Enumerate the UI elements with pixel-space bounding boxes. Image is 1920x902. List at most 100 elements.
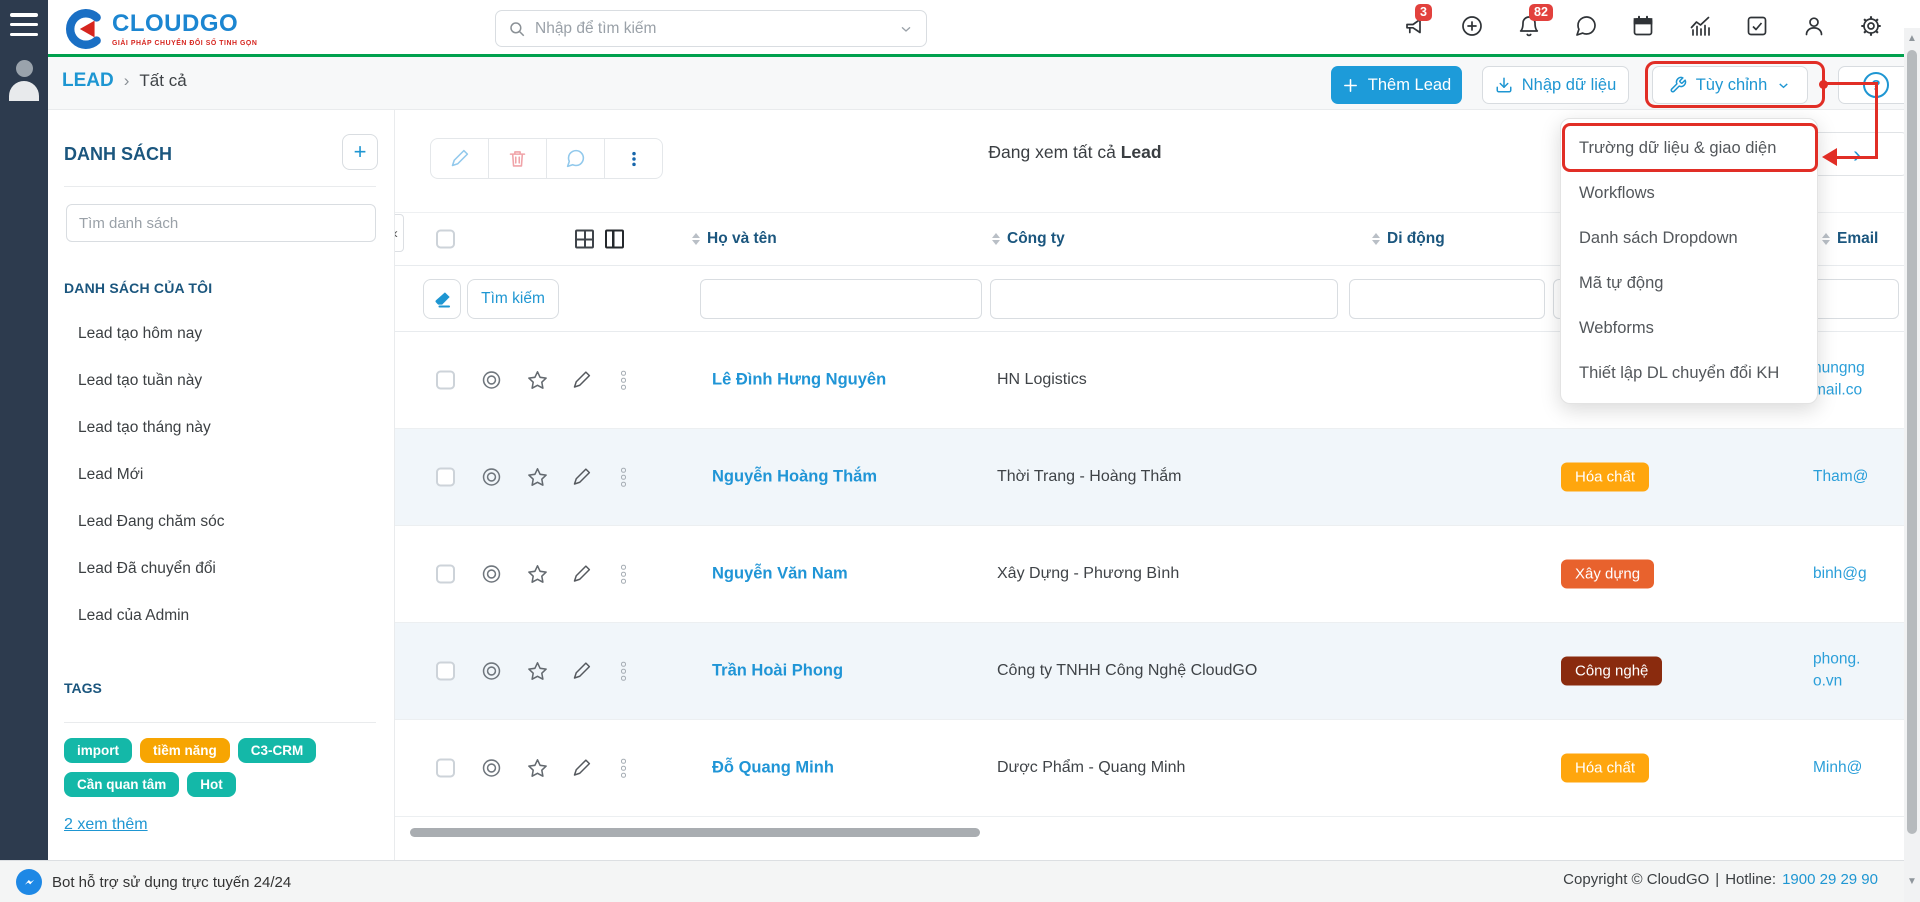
row-more-icon[interactable] xyxy=(621,468,626,487)
next-page-button[interactable]: › xyxy=(1805,132,1904,176)
help-button[interactable]: ? xyxy=(1838,66,1914,104)
breadcrumb-module[interactable]: LEAD xyxy=(62,70,114,92)
filter-input-name[interactable] xyxy=(700,279,982,319)
view-icon[interactable] xyxy=(480,757,503,780)
hamburger-menu-icon[interactable] xyxy=(10,13,38,36)
tag-chip[interactable]: tiềm năng xyxy=(140,738,230,763)
row-checkbox[interactable] xyxy=(436,565,455,584)
sidebar-item-lead-this-month[interactable]: Lead tạo tháng này xyxy=(48,404,394,451)
quick-add-icon[interactable] xyxy=(1460,14,1484,38)
lead-name-link[interactable]: Lê Đình Hưng Nguyên xyxy=(712,371,886,390)
star-icon[interactable] xyxy=(526,369,549,392)
sidebar-item-lead-nurturing[interactable]: Lead Đang chăm sóc xyxy=(48,498,394,545)
menu-item-fields-ui[interactable]: Trường dữ liệu & giao diện xyxy=(1561,126,1817,171)
scroll-down-arrow[interactable]: ▼ xyxy=(1904,876,1920,887)
table-row[interactable]: Nguyễn Hoàng Thắm Thời Trang - Hoàng Thắ… xyxy=(395,429,1904,526)
tasks-check-icon[interactable] xyxy=(1745,14,1769,38)
bulk-more-button[interactable] xyxy=(604,138,663,179)
star-icon[interactable] xyxy=(526,757,549,780)
star-icon[interactable] xyxy=(526,563,549,586)
lead-email[interactable]: hungngmail.co xyxy=(1813,358,1903,403)
sidebar-collapse-handle[interactable]: ‹ xyxy=(395,214,404,252)
menu-item-conversion-setup[interactable]: Thiết lập DL chuyển đổi KH xyxy=(1561,351,1817,396)
row-checkbox[interactable] xyxy=(436,759,455,778)
row-more-icon[interactable] xyxy=(621,662,626,681)
row-checkbox[interactable] xyxy=(436,662,455,681)
see-more-tags-link[interactable]: 2 xem thêm xyxy=(64,816,148,834)
announcement-icon[interactable]: 3 xyxy=(1403,14,1427,38)
select-all-checkbox[interactable] xyxy=(436,230,455,249)
table-row[interactable]: Trần Hoài Phong Công ty TNHH Công Nghệ C… xyxy=(395,623,1904,720)
edit-pencil-icon[interactable] xyxy=(571,467,592,488)
lead-email[interactable]: binh@g xyxy=(1813,563,1903,585)
add-list-button[interactable]: + xyxy=(342,134,378,170)
sidebar-item-lead-this-week[interactable]: Lead tạo tuần này xyxy=(48,357,394,404)
star-icon[interactable] xyxy=(526,466,549,489)
settings-gear-icon[interactable] xyxy=(1859,14,1883,38)
list-search-input[interactable] xyxy=(66,204,376,242)
column-header-company[interactable]: Công ty xyxy=(992,230,1065,248)
lead-name-link[interactable]: Đỗ Quang Minh xyxy=(712,759,834,778)
column-view-icon[interactable] xyxy=(605,230,624,249)
filter-input-mobile[interactable] xyxy=(1349,279,1545,319)
vertical-scrollbar-thumb[interactable] xyxy=(1907,50,1917,834)
menu-item-auto-code[interactable]: Mã tự động xyxy=(1561,261,1817,306)
table-row[interactable]: Đỗ Quang Minh Dược Phẩm - Quang Minh Hóa… xyxy=(395,720,1904,817)
view-icon[interactable] xyxy=(480,466,503,489)
lead-email[interactable]: phong.o.vn xyxy=(1813,649,1903,694)
sidebar-item-lead-new[interactable]: Lead Mới xyxy=(48,451,394,498)
horizontal-scrollbar-thumb[interactable] xyxy=(410,828,980,837)
edit-pencil-icon[interactable] xyxy=(571,564,592,585)
table-row[interactable]: Nguyễn Văn Nam Xây Dựng - Phương Bình Xâ… xyxy=(395,526,1904,623)
lead-email[interactable]: Minh@ xyxy=(1813,757,1903,779)
filter-input-company[interactable] xyxy=(990,279,1338,319)
view-icon[interactable] xyxy=(480,660,503,683)
menu-item-dropdown-lists[interactable]: Danh sách Dropdown xyxy=(1561,216,1817,261)
vertical-scrollbar[interactable]: ▲ ▼ xyxy=(1904,28,1920,902)
chat-icon[interactable] xyxy=(1574,14,1598,38)
global-search[interactable] xyxy=(495,10,927,47)
row-more-icon[interactable] xyxy=(621,565,626,584)
support-bot[interactable]: Bot hỗ trợ sử dụng trực tuyến 24/24 xyxy=(16,869,291,895)
chevron-down-icon[interactable] xyxy=(898,21,914,37)
tag-chip[interactable]: C3-CRM xyxy=(238,738,317,763)
view-icon[interactable] xyxy=(480,369,503,392)
lead-email[interactable]: Tham@ xyxy=(1813,466,1903,488)
profile-icon[interactable] xyxy=(1802,14,1826,38)
menu-item-webforms[interactable]: Webforms xyxy=(1561,306,1817,351)
edit-pencil-icon[interactable] xyxy=(571,758,592,779)
bulk-delete-button[interactable] xyxy=(488,138,547,179)
menu-item-workflows[interactable]: Workflows xyxy=(1561,171,1817,216)
lead-name-link[interactable]: Trần Hoài Phong xyxy=(712,662,843,681)
bulk-edit-button[interactable] xyxy=(430,138,489,179)
tag-chip[interactable]: import xyxy=(64,738,132,763)
tag-chip[interactable]: Cần quan tâm xyxy=(64,772,179,797)
tag-chip[interactable]: Hot xyxy=(187,772,236,797)
scroll-up-arrow[interactable]: ▲ xyxy=(1904,33,1920,44)
sidebar-item-lead-converted[interactable]: Lead Đã chuyển đổi xyxy=(48,545,394,592)
add-lead-button[interactable]: Thêm Lead xyxy=(1331,66,1462,104)
cloudgo-logo[interactable]: CLOUDGO GIẢI PHÁP CHUYỂN ĐỔI SỐ TINH GỌN xyxy=(62,8,257,50)
column-header-mobile[interactable]: Di động xyxy=(1372,230,1445,248)
reports-chart-icon[interactable] xyxy=(1688,14,1712,38)
column-header-name[interactable]: Họ và tên xyxy=(692,230,777,248)
column-header-email[interactable]: Email xyxy=(1822,230,1878,248)
sidebar-item-lead-today[interactable]: Lead tạo hôm nay xyxy=(48,310,394,357)
row-more-icon[interactable] xyxy=(621,759,626,778)
grid-view-icon[interactable] xyxy=(575,230,594,249)
row-more-icon[interactable] xyxy=(621,371,626,390)
notifications-bell-icon[interactable]: 82 xyxy=(1517,14,1541,38)
edit-pencil-icon[interactable] xyxy=(571,370,592,391)
user-avatar[interactable] xyxy=(7,60,41,104)
view-icon[interactable] xyxy=(480,563,503,586)
row-checkbox[interactable] xyxy=(436,468,455,487)
calendar-icon[interactable] xyxy=(1631,14,1655,38)
global-search-input[interactable] xyxy=(535,20,889,38)
import-data-button[interactable]: Nhập dữ liệu xyxy=(1482,66,1629,104)
row-checkbox[interactable] xyxy=(436,371,455,390)
lead-name-link[interactable]: Nguyễn Hoàng Thắm xyxy=(712,468,877,487)
star-icon[interactable] xyxy=(526,660,549,683)
lead-name-link[interactable]: Nguyễn Văn Nam xyxy=(712,565,848,584)
edit-pencil-icon[interactable] xyxy=(571,661,592,682)
hotline-number[interactable]: 1900 29 29 90 xyxy=(1782,871,1878,888)
